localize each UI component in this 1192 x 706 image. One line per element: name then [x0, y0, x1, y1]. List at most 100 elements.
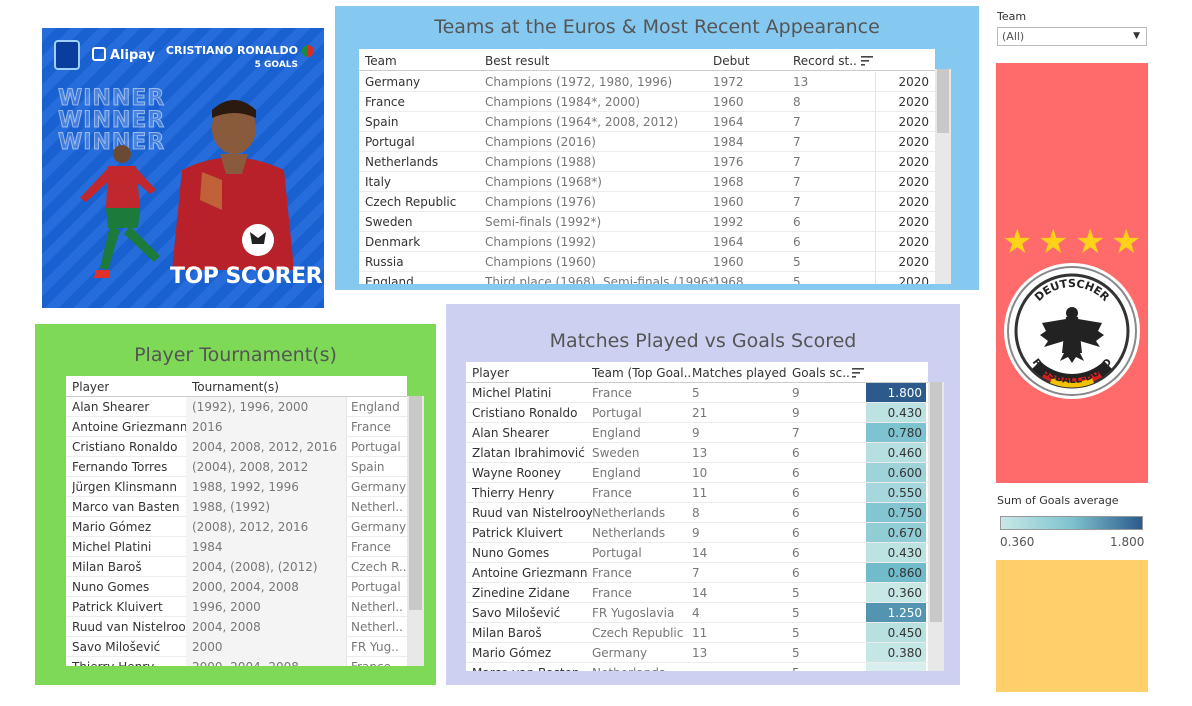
goals-scored-cell: 5	[792, 626, 800, 640]
matches-played-cell: 13	[692, 446, 708, 460]
table-row[interactable]: Denmark Champions (1992) 1964 6 2020	[359, 232, 935, 252]
table-row[interactable]: Alan Shearer England 9 7 0.780	[466, 423, 928, 443]
table-row[interactable]: Thierry Henry2000, 2004, 2008France	[66, 657, 407, 666]
matches-scrollbar-thumb[interactable]	[930, 382, 942, 622]
table-row[interactable]: Patrick Kluivert 1996, 2000 Netherl..	[66, 597, 407, 617]
dfb-crest-logo: DEUTSCHER FUSSBALL-BUND	[1004, 263, 1140, 399]
teams-table: Team Best result Debut Record st.. Germa…	[359, 49, 935, 284]
table-row[interactable]: Zlatan Ibrahimović Sweden 13 6 0.460	[466, 443, 928, 463]
teams-panel-title: Teams at the Euros & Most Recent Appeara…	[434, 16, 880, 38]
matches-panel: Matches Played vs Goals Scored Player Te…	[446, 304, 960, 685]
sort-descending-icon[interactable]	[852, 368, 864, 378]
team-cell: Portugal	[365, 135, 415, 149]
column-header-best-result[interactable]: Best result	[485, 51, 549, 71]
table-row[interactable]: Germany Champions (1972, 1980, 1996) 1972 1…	[359, 72, 935, 92]
player-cell: Ruud van Nistelrooy	[72, 620, 188, 634]
table-row[interactable]: Milan Baroš Czech Republic 11 5 0.450	[466, 623, 928, 643]
table-row[interactable]: Patrick Kluivert Netherlands 9 6 0.670	[466, 523, 928, 543]
team-filter-dropdown[interactable]: (All) ▼	[997, 27, 1147, 46]
table-row[interactable]: Fernando Torres (2004), 2008, 2012 Spain	[66, 457, 407, 477]
player-cell: Alan Shearer	[72, 400, 150, 414]
player-cell: Milan Baroš	[72, 560, 142, 574]
record-streak-cell: 8	[793, 95, 801, 109]
sponsor-name: Alipay	[110, 48, 156, 63]
table-row[interactable]: Ruud van Nistelrooy Netherlands 8 6 0.750	[466, 503, 928, 523]
table-row[interactable]: Zinedine Zidane France 14 5 0.360	[466, 583, 928, 603]
best-result-cell: Champions (1992)	[485, 235, 596, 249]
table-row[interactable]: Thierry Henry France 11 6 0.550	[466, 483, 928, 503]
column-header-matches-played[interactable]: Matches played	[692, 363, 786, 383]
player-cell: Cristiano Ronaldo	[472, 406, 578, 420]
debut-cell: 1976	[713, 155, 744, 169]
table-row[interactable]: England Third place (1968), Semi-finals (…	[359, 272, 935, 284]
table-row[interactable]: Cristiano Ronaldo 2004, 2008, 2012, 2016 P…	[66, 437, 407, 457]
table-row[interactable]: Italy Champions (1968*) 1968 7 2020	[359, 172, 935, 192]
column-header-team[interactable]: Team	[365, 51, 397, 71]
table-row[interactable]: Michel Platini 1984 France	[66, 537, 407, 557]
table-row[interactable]: Alan Shearer (1992), 1996, 2000 England	[66, 397, 407, 417]
table-row[interactable]: Savo Milošević FR Yugoslavia 4 5 1.250	[466, 603, 928, 623]
table-row[interactable]: Wayne Rooney England 10 6 0.600	[466, 463, 928, 483]
tournaments-scrollbar-thumb[interactable]	[409, 396, 422, 610]
player-cell: Jürgen Klinsmann	[72, 480, 177, 494]
matches-played-cell: 10	[692, 466, 708, 480]
table-row[interactable]: Jürgen Klinsmann 1988, 1992, 1996 Germany	[66, 477, 407, 497]
last-appearance-cell: 2020	[875, 112, 933, 132]
table-row[interactable]: Portugal Champions (2016) 1984 7 2020	[359, 132, 935, 152]
column-header-record-streak[interactable]: Record st..	[793, 51, 857, 71]
matches-table-scrollbar[interactable]	[928, 382, 944, 671]
table-row[interactable]: Nuno Gomes Portugal 14 6 0.430	[466, 543, 928, 563]
team-crest-panel: ★ ★ ★ ★ DEUTSCHER FUSSBALL-BUND	[996, 63, 1148, 483]
goals-average-cell: 0.450	[866, 623, 926, 642]
debut-cell: 1972	[713, 75, 744, 89]
matches-played-cell: 9	[692, 426, 700, 440]
table-row[interactable]: Sweden Semi-finals (1992*) 1992 6 2020	[359, 212, 935, 232]
tournaments-table-scrollbar[interactable]	[407, 396, 424, 666]
table-row[interactable]: Cristiano Ronaldo Portugal 21 9 0.430	[466, 403, 928, 423]
table-row[interactable]: Antoine Griezmann 2016 France	[66, 417, 407, 437]
record-streak-cell: 5	[793, 275, 801, 284]
best-result-cell: Champions (2016)	[485, 135, 596, 149]
matches-played-cell: 11	[692, 626, 708, 640]
column-header-team-top-goal[interactable]: Team (Top Goal..	[592, 363, 691, 383]
last-appearance-cell: 2020	[875, 192, 933, 212]
player-cell: Fernando Torres	[72, 460, 168, 474]
table-row[interactable]: Mario Gómez Germany 13 5 0.380	[466, 643, 928, 663]
table-row[interactable]: Spain Champions (1964*, 2008, 2012) 1964 7 2…	[359, 112, 935, 132]
tournaments-cell: (2008), 2012, 2016	[186, 517, 346, 537]
chevron-down-icon[interactable]: ▼	[1133, 28, 1140, 45]
sort-descending-icon[interactable]	[861, 56, 873, 66]
teams-table-scrollbar[interactable]	[935, 69, 951, 284]
color-legend-title: Sum of Goals average	[997, 494, 1119, 507]
player-cell: Ruud van Nistelrooy	[472, 506, 593, 520]
player-cell: Patrick Kluivert	[472, 526, 563, 540]
table-row[interactable]: Milan Baroš 2004, (2008), (2012) Czech R..	[66, 557, 407, 577]
country-cell: France	[346, 537, 406, 557]
column-header-goals-scored[interactable]: Goals sc..	[792, 363, 850, 383]
goals-average-cell: 0.670	[866, 523, 926, 542]
table-row[interactable]: Mario Gómez (2008), 2012, 2016 Germany	[66, 517, 407, 537]
top-scorer-image: Alipay CRISTIANO RONALDO 5 GOALS WINNER …	[42, 28, 324, 308]
column-header-debut[interactable]: Debut	[713, 51, 750, 71]
best-result-cell: Champions (1964*, 2008, 2012)	[485, 115, 679, 129]
table-row[interactable]: Czech Republic Champions (1976) 1960 7 2020	[359, 192, 935, 212]
column-header-player[interactable]: Player	[472, 363, 509, 383]
goals-scored-cell: 9	[792, 406, 800, 420]
table-row[interactable]: Russia Champions (1960) 1960 5 2020	[359, 252, 935, 272]
table-row[interactable]: Netherlands Champions (1988) 1976 7 2020	[359, 152, 935, 172]
player-cell: Antoine Griezmann	[72, 420, 188, 434]
team-cell: France	[592, 586, 632, 600]
table-row[interactable]: Marco van Basten 1988, (1992) Netherl..	[66, 497, 407, 517]
table-row[interactable]: France Champions (1984*, 2000) 1960 8 2020	[359, 92, 935, 112]
column-header-tournaments[interactable]: Tournament(s)	[192, 377, 279, 397]
table-row[interactable]: Nuno Gomes 2000, 2004, 2008 Portugal	[66, 577, 407, 597]
table-row[interactable]: Ruud van Nistelrooy 2004, 2008 Netherl..	[66, 617, 407, 637]
table-row[interactable]: Savo Milošević 2000 FR Yug..	[66, 637, 407, 657]
table-row[interactable]: Michel Platini France 5 9 1.800	[466, 383, 928, 403]
player-cell: Thierry Henry	[472, 486, 555, 500]
table-row[interactable]: Marco van Basten Netherlands 5	[466, 663, 928, 671]
teams-scrollbar-thumb[interactable]	[937, 69, 949, 133]
table-row[interactable]: Antoine Griezmann France 7 6 0.860	[466, 563, 928, 583]
debut-cell: 1964	[713, 115, 744, 129]
column-header-player[interactable]: Player	[72, 377, 109, 397]
